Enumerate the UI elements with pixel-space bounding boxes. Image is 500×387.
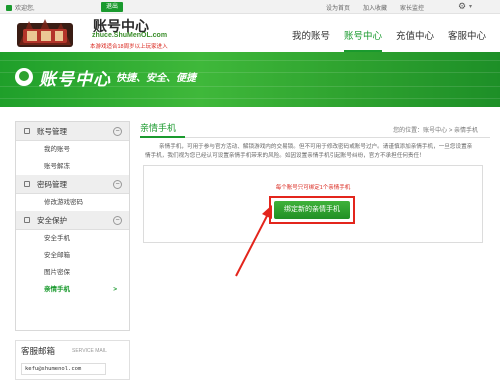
sidebar-item-family-phone[interactable]: 亲情手机 > xyxy=(16,281,129,298)
nav-service-center[interactable]: 客服中心 xyxy=(448,28,486,42)
section-label: 安全保护 xyxy=(37,216,67,225)
bind-panel: 每个账号只可绑定1个亲情手机 绑定新的亲情手机 xyxy=(143,165,483,243)
support-title: 客服邮箱 xyxy=(21,346,56,356)
sidebar: 账号管理 − 我的账号 账号解冻 密码管理 − 修改游戏密码 安全保护 − 安全… xyxy=(15,121,130,331)
sidebar-item-security-phone[interactable]: 安全手机 xyxy=(16,230,129,247)
section-label: 账号管理 xyxy=(37,127,67,136)
page-title: 亲情手机 xyxy=(140,123,177,133)
account-icon xyxy=(24,128,30,134)
support-mail-box: 客服邮箱 SERVICE MAIL kefu@shumenol.com xyxy=(15,340,130,380)
collapse-icon[interactable]: − xyxy=(113,216,122,225)
support-subtitle: SERVICE MAIL xyxy=(72,348,107,354)
section-label: 密码管理 xyxy=(37,180,67,189)
sidebar-item-label: 亲情手机 xyxy=(44,286,70,293)
logout-button[interactable]: 退出 xyxy=(101,2,124,12)
main-nav: 我的账号 账号中心 充值中心 客服中心 xyxy=(292,28,500,52)
title-underline xyxy=(140,136,185,138)
collapse-icon[interactable]: − xyxy=(113,127,122,136)
breadcrumb: 您的位置：账号中心 > 亲情手机 xyxy=(393,128,478,134)
collapse-icon[interactable]: − xyxy=(113,180,122,189)
description: 亲情手机，可用于参与官方活动、解锁游戏内的交易锁。但不可用于修改密码或账号过户。… xyxy=(145,144,473,159)
age-notice: 本游戏适合18周岁以上玩家进入 xyxy=(90,44,168,50)
banner-slogan: 快捷、安全、便捷 xyxy=(116,73,196,84)
user-icon xyxy=(6,4,12,11)
sidebar-item-image-security[interactable]: 图片密保 xyxy=(16,264,129,281)
gear-icon[interactable]: ⚙ xyxy=(458,1,466,12)
nav-my-account[interactable]: 我的账号 xyxy=(292,28,330,42)
banner-title: 账号中心 xyxy=(39,70,111,89)
add-favorite-link[interactable]: 加入收藏 xyxy=(363,3,387,12)
top-bar: 欢迎您, 退出 设为首页 加入收藏 家长监控 ⚙ ▾ xyxy=(0,0,500,14)
sidebar-item-my-account[interactable]: 我的账号 xyxy=(16,141,129,158)
sidebar-item-change-password[interactable]: 修改游戏密码 xyxy=(16,194,129,211)
chevron-down-icon[interactable]: ▾ xyxy=(469,3,472,10)
welcome-text: 欢迎您, xyxy=(15,6,35,12)
divider xyxy=(140,137,490,138)
support-email[interactable]: kefu@shumenol.com xyxy=(21,363,106,375)
sidebar-section-account[interactable]: 账号管理 − xyxy=(16,122,129,141)
user-circle-icon xyxy=(15,68,33,86)
bind-family-phone-button[interactable]: 绑定新的亲情手机 xyxy=(274,201,350,219)
game-logo[interactable] xyxy=(15,17,75,51)
banner: 账号中心 快捷、安全、便捷 xyxy=(0,52,500,107)
header: 账号中心 zhuce.ShuMenOL.com 本游戏适合18周岁以上玩家进入 … xyxy=(0,15,500,52)
highlight-box: 绑定新的亲情手机 xyxy=(269,196,355,224)
nav-account-center[interactable]: 账号中心 xyxy=(344,28,383,52)
limit-note: 每个账号只可绑定1个亲情手机 xyxy=(275,185,351,191)
sidebar-section-password[interactable]: 密码管理 − xyxy=(16,175,129,194)
welcome: 欢迎您, xyxy=(6,3,35,12)
key-icon xyxy=(24,181,30,187)
top-links: 设为首页 加入收藏 家长监控 xyxy=(326,3,437,12)
sidebar-item-unfreeze[interactable]: 账号解冻 xyxy=(16,158,129,175)
set-homepage-link[interactable]: 设为首页 xyxy=(326,3,350,12)
sidebar-section-security[interactable]: 安全保护 − xyxy=(16,211,129,230)
main-content: 亲情手机 您的位置：账号中心 > 亲情手机 亲情手机，可用于参与官方活动、解锁游… xyxy=(140,112,490,352)
site-domain: zhuce.ShuMenOL.com xyxy=(92,32,168,39)
shield-icon xyxy=(24,217,30,223)
nav-recharge-center[interactable]: 充值中心 xyxy=(396,28,434,42)
sidebar-item-security-email[interactable]: 安全邮箱 xyxy=(16,247,129,264)
parental-control-link[interactable]: 家长监控 xyxy=(400,3,424,12)
active-marker: > xyxy=(113,286,117,293)
